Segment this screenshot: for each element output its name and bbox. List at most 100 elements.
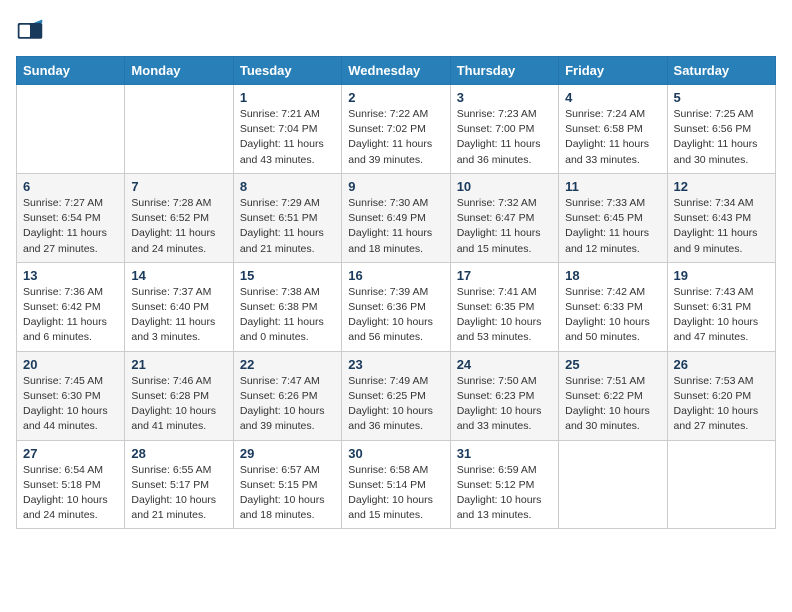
calendar-cell: 13 Sunrise: 7:36 AM Sunset: 6:42 PM Dayli… <box>17 262 125 351</box>
weekday-header: Tuesday <box>233 57 341 85</box>
calendar-cell: 27 Sunrise: 6:54 AM Sunset: 5:18 PM Dayli… <box>17 440 125 529</box>
day-info: Sunrise: 6:55 AM Sunset: 5:17 PM Dayligh… <box>131 463 226 524</box>
calendar-week-row: 13 Sunrise: 7:36 AM Sunset: 6:42 PM Dayli… <box>17 262 776 351</box>
calendar-cell: 16 Sunrise: 7:39 AM Sunset: 6:36 PM Dayli… <box>342 262 450 351</box>
calendar-cell: 12 Sunrise: 7:34 AM Sunset: 6:43 PM Dayli… <box>667 173 775 262</box>
day-info: Sunrise: 6:59 AM Sunset: 5:12 PM Dayligh… <box>457 463 552 524</box>
calendar-week-row: 1 Sunrise: 7:21 AM Sunset: 7:04 PM Daylig… <box>17 85 776 174</box>
day-number: 15 <box>240 268 335 283</box>
day-number: 26 <box>674 357 769 372</box>
day-number: 8 <box>240 179 335 194</box>
day-info: Sunrise: 7:43 AM Sunset: 6:31 PM Dayligh… <box>674 285 769 346</box>
calendar-cell: 21Sunrise: 7:46 AM Sunset: 6:28 PM Dayli… <box>125 351 233 440</box>
day-info: Sunrise: 7:37 AM Sunset: 6:40 PM Dayligh… <box>131 285 226 346</box>
weekday-header: Friday <box>559 57 667 85</box>
day-number: 28 <box>131 446 226 461</box>
day-number: 2 <box>348 90 443 105</box>
day-number: 11 <box>565 179 660 194</box>
calendar-cell: 8 Sunrise: 7:29 AM Sunset: 6:51 PM Daylig… <box>233 173 341 262</box>
calendar-cell: 3 Sunrise: 7:23 AM Sunset: 7:00 PM Daylig… <box>450 85 558 174</box>
day-number: 25 <box>565 357 660 372</box>
calendar-cell: 11 Sunrise: 7:33 AM Sunset: 6:45 PM Dayli… <box>559 173 667 262</box>
day-number: 27 <box>23 446 118 461</box>
day-info: Sunrise: 7:23 AM Sunset: 7:00 PM Dayligh… <box>457 107 552 168</box>
page-header <box>16 16 776 44</box>
day-info: Sunrise: 7:49 AM Sunset: 6:25 PM Dayligh… <box>348 374 443 435</box>
day-info: Sunrise: 7:22 AM Sunset: 7:02 PM Dayligh… <box>348 107 443 168</box>
day-number: 3 <box>457 90 552 105</box>
day-info: Sunrise: 7:25 AM Sunset: 6:56 PM Dayligh… <box>674 107 769 168</box>
weekday-header: Sunday <box>17 57 125 85</box>
calendar-week-row: 20Sunrise: 7:45 AM Sunset: 6:30 PM Dayli… <box>17 351 776 440</box>
day-number: 17 <box>457 268 552 283</box>
calendar-cell <box>667 440 775 529</box>
calendar-cell: 18 Sunrise: 7:42 AM Sunset: 6:33 PM Dayli… <box>559 262 667 351</box>
calendar-week-row: 27 Sunrise: 6:54 AM Sunset: 5:18 PM Dayli… <box>17 440 776 529</box>
day-info: Sunrise: 6:54 AM Sunset: 5:18 PM Dayligh… <box>23 463 118 524</box>
calendar-cell: 15Sunrise: 7:38 AM Sunset: 6:38 PM Dayli… <box>233 262 341 351</box>
day-number: 23 <box>348 357 443 372</box>
day-number: 22 <box>240 357 335 372</box>
calendar-cell: 30 Sunrise: 6:58 AM Sunset: 5:14 PM Dayli… <box>342 440 450 529</box>
day-info: Sunrise: 7:42 AM Sunset: 6:33 PM Dayligh… <box>565 285 660 346</box>
day-info: Sunrise: 7:50 AM Sunset: 6:23 PM Dayligh… <box>457 374 552 435</box>
calendar-cell: 19 Sunrise: 7:43 AM Sunset: 6:31 PM Dayli… <box>667 262 775 351</box>
day-info: Sunrise: 7:28 AM Sunset: 6:52 PM Dayligh… <box>131 196 226 257</box>
calendar-table: SundayMondayTuesdayWednesdayThursdayFrid… <box>16 56 776 529</box>
day-number: 29 <box>240 446 335 461</box>
day-info: Sunrise: 7:33 AM Sunset: 6:45 PM Dayligh… <box>565 196 660 257</box>
day-number: 21 <box>131 357 226 372</box>
day-number: 5 <box>674 90 769 105</box>
logo <box>16 16 46 44</box>
calendar-cell: 14Sunrise: 7:37 AM Sunset: 6:40 PM Dayli… <box>125 262 233 351</box>
day-number: 4 <box>565 90 660 105</box>
day-number: 30 <box>348 446 443 461</box>
calendar-cell: 1 Sunrise: 7:21 AM Sunset: 7:04 PM Daylig… <box>233 85 341 174</box>
day-number: 19 <box>674 268 769 283</box>
calendar-cell <box>559 440 667 529</box>
day-number: 16 <box>348 268 443 283</box>
day-info: Sunrise: 6:57 AM Sunset: 5:15 PM Dayligh… <box>240 463 335 524</box>
day-number: 13 <box>23 268 118 283</box>
day-info: Sunrise: 7:47 AM Sunset: 6:26 PM Dayligh… <box>240 374 335 435</box>
day-info: Sunrise: 7:30 AM Sunset: 6:49 PM Dayligh… <box>348 196 443 257</box>
calendar-cell: 7 Sunrise: 7:28 AM Sunset: 6:52 PM Daylig… <box>125 173 233 262</box>
calendar-cell: 17 Sunrise: 7:41 AM Sunset: 6:35 PM Dayli… <box>450 262 558 351</box>
day-number: 10 <box>457 179 552 194</box>
day-info: Sunrise: 7:27 AM Sunset: 6:54 PM Dayligh… <box>23 196 118 257</box>
day-info: Sunrise: 6:58 AM Sunset: 5:14 PM Dayligh… <box>348 463 443 524</box>
calendar-cell: 4 Sunrise: 7:24 AM Sunset: 6:58 PM Daylig… <box>559 85 667 174</box>
calendar-cell <box>125 85 233 174</box>
calendar-body: 1 Sunrise: 7:21 AM Sunset: 7:04 PM Daylig… <box>17 85 776 529</box>
calendar-cell: 23 Sunrise: 7:49 AM Sunset: 6:25 PM Dayli… <box>342 351 450 440</box>
weekday-header: Wednesday <box>342 57 450 85</box>
weekday-header: Saturday <box>667 57 775 85</box>
day-number: 1 <box>240 90 335 105</box>
calendar-cell: 6 Sunrise: 7:27 AM Sunset: 6:54 PM Daylig… <box>17 173 125 262</box>
calendar-cell: 5 Sunrise: 7:25 AM Sunset: 6:56 PM Daylig… <box>667 85 775 174</box>
day-number: 12 <box>674 179 769 194</box>
day-info: Sunrise: 7:39 AM Sunset: 6:36 PM Dayligh… <box>348 285 443 346</box>
calendar-cell: 20Sunrise: 7:45 AM Sunset: 6:30 PM Dayli… <box>17 351 125 440</box>
day-info: Sunrise: 7:21 AM Sunset: 7:04 PM Dayligh… <box>240 107 335 168</box>
day-info: Sunrise: 7:41 AM Sunset: 6:35 PM Dayligh… <box>457 285 552 346</box>
day-number: 7 <box>131 179 226 194</box>
day-info: Sunrise: 7:36 AM Sunset: 6:42 PM Dayligh… <box>23 285 118 346</box>
calendar-cell: 29 Sunrise: 6:57 AM Sunset: 5:15 PM Dayli… <box>233 440 341 529</box>
calendar-cell: 2 Sunrise: 7:22 AM Sunset: 7:02 PM Daylig… <box>342 85 450 174</box>
day-info: Sunrise: 7:24 AM Sunset: 6:58 PM Dayligh… <box>565 107 660 168</box>
calendar-cell: 24 Sunrise: 7:50 AM Sunset: 6:23 PM Dayli… <box>450 351 558 440</box>
calendar-header: SundayMondayTuesdayWednesdayThursdayFrid… <box>17 57 776 85</box>
day-info: Sunrise: 7:34 AM Sunset: 6:43 PM Dayligh… <box>674 196 769 257</box>
logo-icon <box>16 16 44 44</box>
day-number: 24 <box>457 357 552 372</box>
day-info: Sunrise: 7:29 AM Sunset: 6:51 PM Dayligh… <box>240 196 335 257</box>
weekday-header: Monday <box>125 57 233 85</box>
calendar-cell <box>17 85 125 174</box>
day-number: 9 <box>348 179 443 194</box>
calendar-cell: 9 Sunrise: 7:30 AM Sunset: 6:49 PM Daylig… <box>342 173 450 262</box>
day-number: 6 <box>23 179 118 194</box>
calendar-cell: 22 Sunrise: 7:47 AM Sunset: 6:26 PM Dayli… <box>233 351 341 440</box>
day-number: 18 <box>565 268 660 283</box>
day-info: Sunrise: 7:45 AM Sunset: 6:30 PM Dayligh… <box>23 374 118 435</box>
